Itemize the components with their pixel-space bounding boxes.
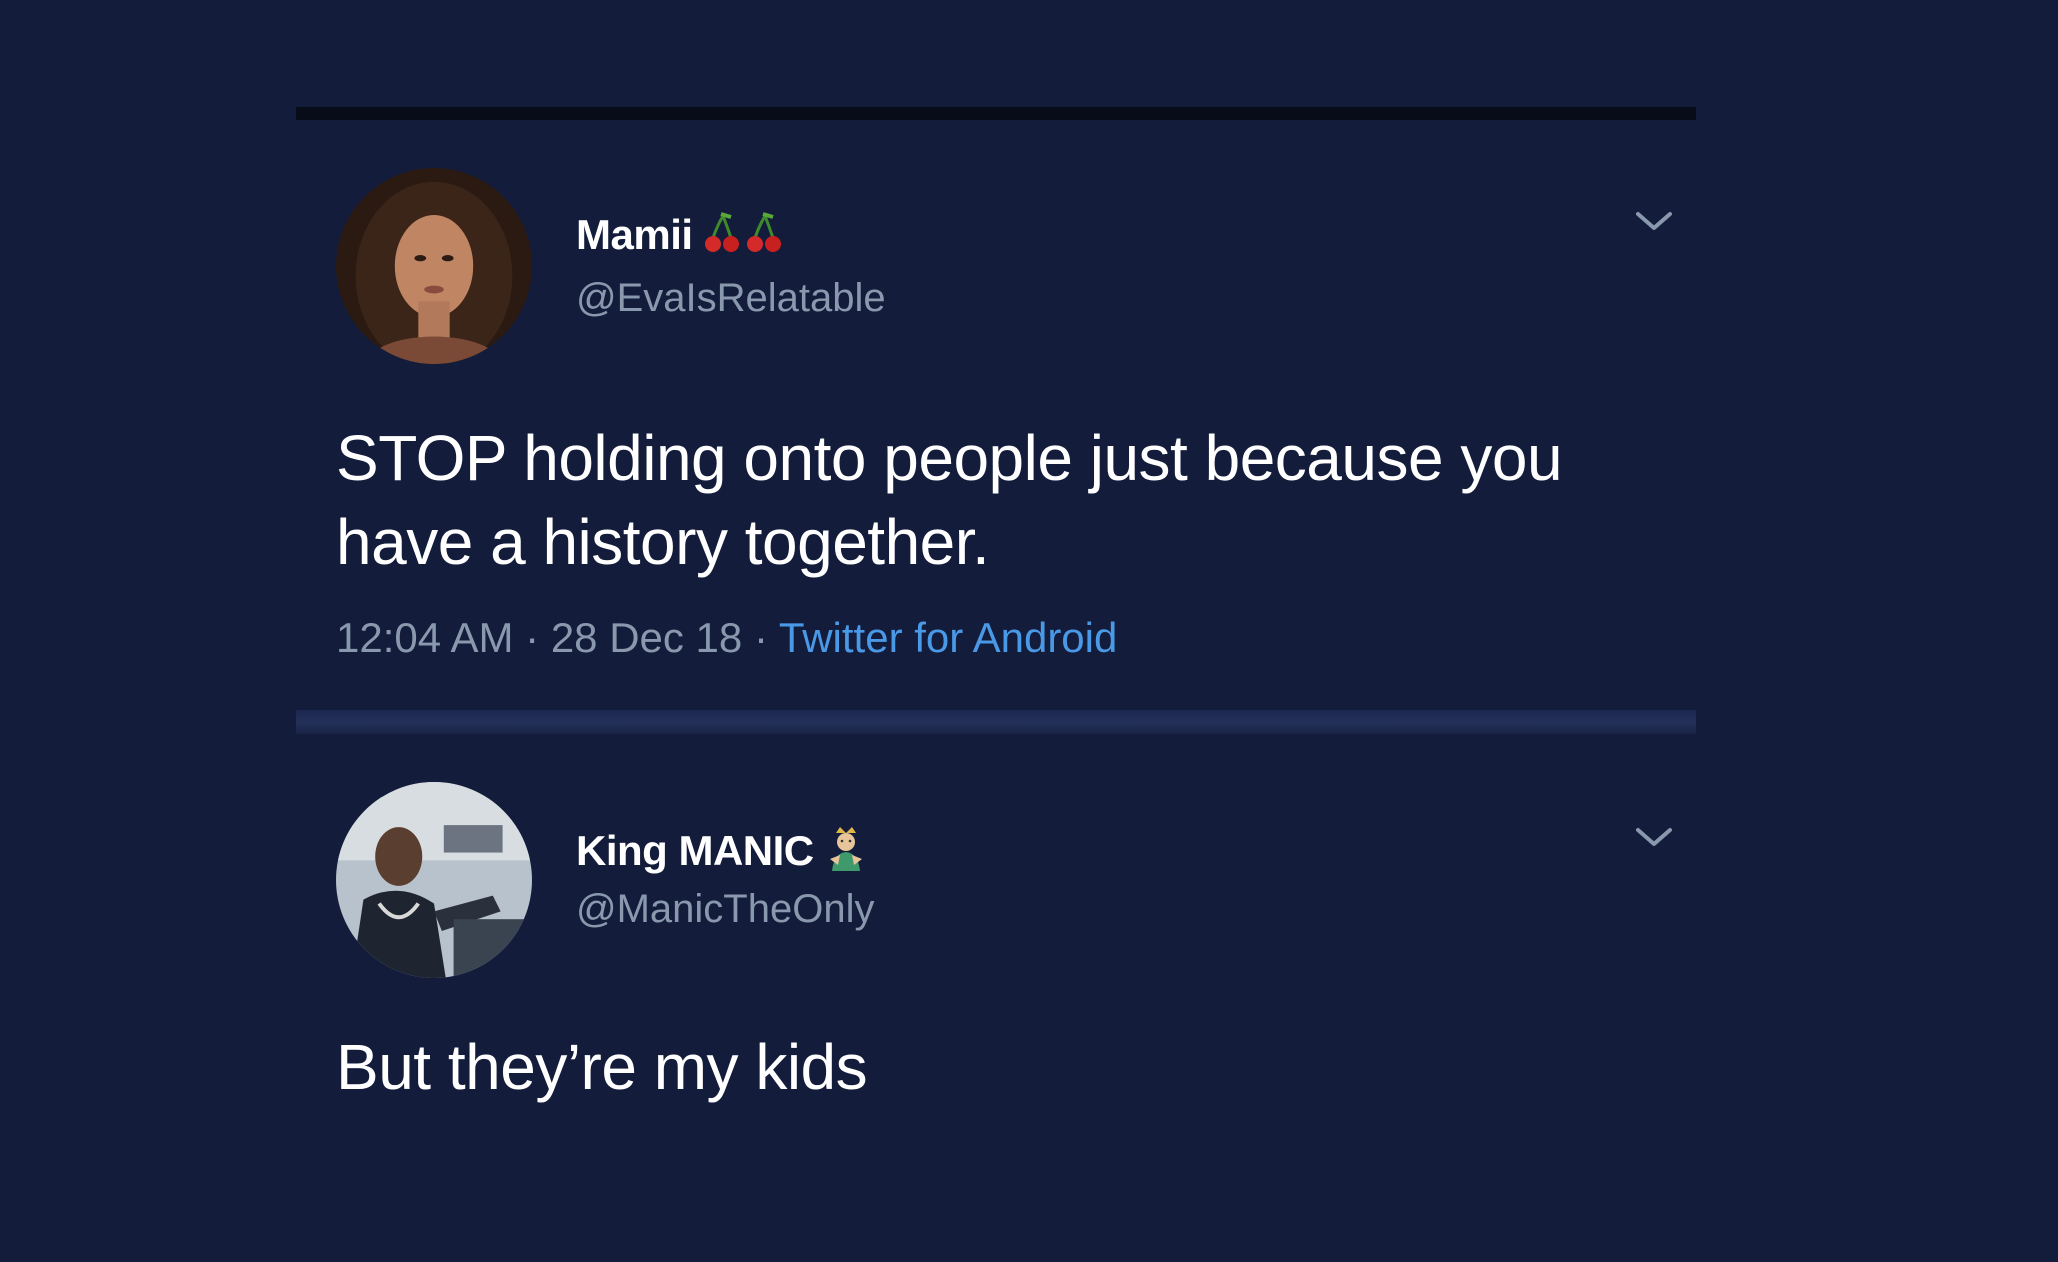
display-name[interactable]: King MANIC bbox=[576, 825, 868, 883]
tweet-meta: 12:04 AM · 28 Dec 18 · Twitter for Andro… bbox=[336, 614, 1117, 662]
avatar[interactable] bbox=[336, 782, 532, 978]
display-name-text: King MANIC bbox=[576, 827, 814, 875]
tweet-card-original[interactable]: Mamii @EvaIsRelatable STOP holding onto … bbox=[296, 122, 1696, 702]
avatar[interactable] bbox=[336, 168, 532, 364]
avatar-image bbox=[336, 168, 532, 364]
display-name[interactable]: Mamii bbox=[576, 210, 789, 266]
chevron-down-icon[interactable] bbox=[1632, 206, 1676, 236]
cherries-icon bbox=[703, 210, 789, 266]
user-handle[interactable]: @ManicTheOnly bbox=[576, 887, 874, 932]
meta-separator: · bbox=[525, 614, 540, 661]
avatar-image bbox=[336, 782, 532, 978]
divider bbox=[296, 710, 1696, 734]
tweet-text: STOP holding onto people just because yo… bbox=[336, 422, 1563, 578]
tweet-text: But they’re my kids bbox=[336, 1031, 868, 1103]
chevron-down-icon[interactable] bbox=[1632, 822, 1676, 852]
display-name-text: Mamii bbox=[576, 211, 693, 259]
tweet-source-link[interactable]: Twitter for Android bbox=[779, 614, 1117, 661]
meta-separator: · bbox=[753, 614, 768, 661]
user-handle[interactable]: @EvaIsRelatable bbox=[576, 276, 886, 321]
tweet-date: 28 Dec 18 bbox=[550, 614, 743, 661]
top-bar bbox=[296, 107, 1696, 120]
tweet-time: 12:04 AM bbox=[336, 614, 514, 661]
genie-icon bbox=[824, 825, 868, 883]
tweet-card-reply[interactable]: King MANIC @ManicTheOnly But they’re my … bbox=[296, 735, 1696, 1135]
screenshot-canvas: Mamii @EvaIsRelatable STOP holding onto … bbox=[0, 0, 2058, 1262]
